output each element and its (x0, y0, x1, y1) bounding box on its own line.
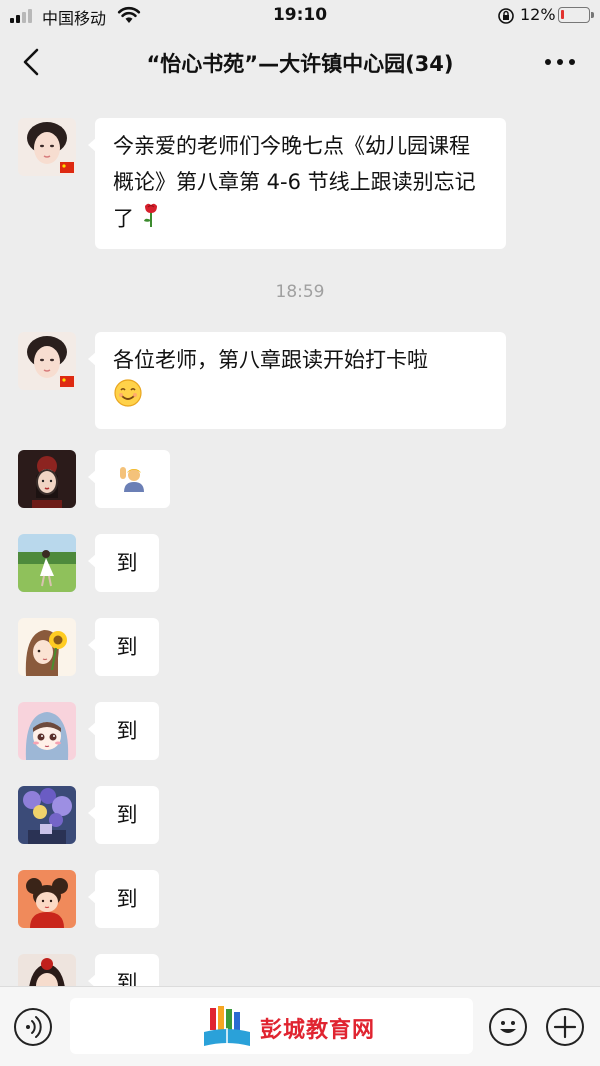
emoji-face-icon (500, 1021, 516, 1033)
smiling-face-icon (113, 378, 143, 419)
avatar[interactable] (18, 618, 76, 676)
avatar[interactable] (18, 870, 76, 928)
watermark-logo: 彭城教育网 (200, 1006, 400, 1050)
timestamp: 18:59 (275, 282, 325, 302)
avatar[interactable] (18, 534, 76, 592)
message-text: 到 (116, 887, 138, 911)
message-bubble[interactable]: 到 (88, 534, 159, 592)
message-bubble[interactable]: 到 (88, 702, 159, 760)
message-text: 到 (116, 803, 138, 827)
message-text: 到 (116, 551, 138, 575)
voice-button[interactable] (14, 1008, 52, 1046)
avatar[interactable] (18, 786, 76, 844)
message-bubble[interactable]: 到 (88, 954, 159, 986)
avatar[interactable] (18, 954, 76, 986)
more-button[interactable] (536, 46, 584, 78)
message-text: 到 (116, 719, 138, 743)
message-input[interactable]: 彭城教育网 (70, 998, 473, 1054)
message-text: 到 (116, 635, 138, 659)
emoji-button[interactable] (489, 1008, 527, 1046)
battery-percent: 12% (520, 5, 556, 24)
message-bubble[interactable]: 到 (88, 870, 159, 928)
avatar[interactable] (18, 702, 76, 760)
plus-icon (553, 1015, 577, 1039)
message-text: 到 (116, 971, 138, 986)
message-bubble[interactable] (88, 450, 170, 508)
chat-header: “怡心书苑”—大许镇中心园(34) (0, 32, 600, 92)
message-bubble[interactable]: 到 (88, 786, 159, 844)
person-raising-hand-icon (117, 464, 147, 505)
avatar[interactable] (18, 332, 76, 390)
message-bubble[interactable]: 各位老师，第八章跟读开始打卡啦 (88, 332, 506, 429)
battery-icon (558, 7, 594, 23)
plus-button[interactable] (546, 1008, 584, 1046)
voice-icon (26, 1016, 42, 1038)
message-bubble[interactable]: 今亲爱的老师们今晚七点《幼儿园课程概论》第八章第 4-6 节线上跟读别忘记了 (88, 118, 506, 249)
avatar[interactable] (18, 450, 76, 508)
status-bar: 中国移动 19:10 12% (0, 0, 600, 32)
book-logo-icon (204, 1006, 250, 1046)
chat-title: “怡心书苑”—大许镇中心园(34) (146, 52, 454, 76)
watermark-text: 彭城教育网 (260, 1018, 376, 1043)
rose-icon (141, 200, 161, 239)
message-list[interactable]: 今亲爱的老师们今晚七点《幼儿园课程概论》第八章第 4-6 节线上跟读别忘记了 1… (0, 92, 600, 986)
message-bubble[interactable]: 到 (88, 618, 159, 676)
more-dots-icon (545, 59, 575, 65)
chevron-left-icon (23, 48, 39, 76)
input-bar: 彭城教育网 (0, 986, 600, 1066)
back-button[interactable] (18, 46, 46, 78)
avatar[interactable] (18, 118, 76, 176)
orientation-lock-icon (498, 8, 514, 24)
message-text: 各位老师，第八章跟读开始打卡啦 (113, 348, 428, 372)
message-text: 今亲爱的老师们今晚七点《幼儿园课程概论》第八章第 4-6 节线上跟读别忘记了 (113, 134, 476, 231)
